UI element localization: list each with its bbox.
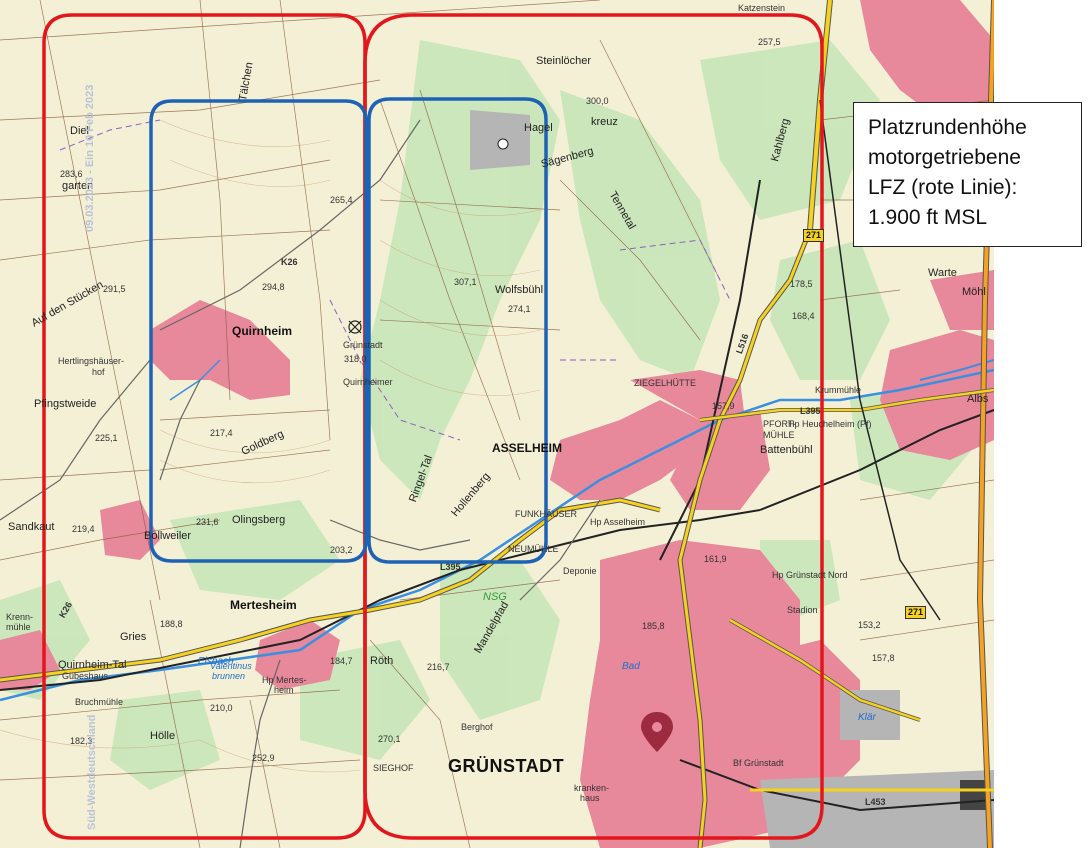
elevation-label: 300,0 [586, 96, 609, 106]
topographic-map[interactable]: Diel garten Tälchen Steinlöcher Hagel kr… [0, 0, 994, 848]
map-label-hof: hof [92, 367, 105, 377]
map-label-olingsberg: Olingsberg [232, 514, 286, 526]
elevation-label: 188,8 [160, 619, 183, 629]
info-line-3: LFZ (rote Linie): [868, 176, 1018, 199]
map-label-quirnheim: Quirnheim [232, 324, 293, 338]
map-label-deponie: Deponie [563, 566, 597, 576]
map-label-heim: heim [274, 685, 294, 695]
map-label-hoelle: Hölle [150, 730, 176, 742]
map-label-gries: Gries [120, 631, 147, 643]
map-label-albs: Albs [967, 393, 989, 405]
map-label-krenn: Krenn- [6, 612, 34, 622]
road-badge-b271-south: 271 [905, 606, 927, 619]
map-label-funkhaeuser: FUNKHÄUSER [515, 509, 578, 519]
map-label-muehle: MÜHLE [763, 430, 795, 440]
map-label-neumuehle: NEUMÜHLE [508, 544, 559, 554]
map-label-muehle2: mühle [6, 622, 31, 632]
map-label-kranken: kranken- [574, 783, 610, 793]
map-label-warte: Warte [928, 267, 957, 279]
elevation-label: 265,4 [330, 195, 353, 205]
elevation-label: 225,1 [95, 433, 118, 443]
map-label-bf-gruenstadt: Bf Grünstadt [733, 758, 784, 768]
map-label-asselheim: ASSELHEIM [492, 441, 563, 455]
info-line-1: Platzrundenhöhe [868, 116, 1027, 139]
map-label-stadion: Stadion [787, 605, 818, 615]
road-label-k26: K26 [281, 257, 298, 267]
map-label-hp-heuchelheim: Hp Heuchelheim (Pf) [788, 419, 872, 429]
map-label-hp-gruenstadt-nord: Hp Grünstadt Nord [772, 570, 848, 580]
map-label-katzenstein: Katzenstein [738, 3, 786, 13]
map-watermark-2: Süd-Westdeutschland [86, 714, 98, 830]
map-label-hp-asselheim: Hp Asselheim [590, 517, 646, 527]
map-label-kreuz: kreuz [591, 116, 618, 128]
map-label-berghof: Berghof [461, 722, 493, 732]
map-label-valentinus: Valentinus [210, 661, 252, 671]
map-label-gruenstadt: GRÜNSTADT [448, 756, 565, 776]
elevation-label: 184,7 [330, 656, 353, 666]
map-label-kruemuehle: Krummühle [815, 385, 862, 395]
map-watermark: 09.03.2023 - Ein 10 Feb 2023 [84, 84, 96, 232]
elevation-label: 257,5 [758, 37, 781, 47]
map-label-brunnen: brunnen [212, 671, 246, 681]
map-label-steinloecher: Steinlöcher [536, 55, 592, 67]
info-line-2: motorgetriebene [868, 146, 1021, 169]
road-label-l453: L453 [865, 797, 886, 807]
map-label-bad: Bad [622, 661, 640, 672]
map-label-battenbuehl: Battenbühl [760, 444, 813, 456]
map-label-quirnheimer: Quirnheimer [343, 377, 393, 387]
elevation-label: 219,4 [72, 524, 95, 534]
map-screenshot: Diel garten Tälchen Steinlöcher Hagel kr… [0, 0, 1087, 848]
elevation-label: 274,1 [508, 304, 531, 314]
elevation-label: 216,7 [427, 662, 450, 672]
circuit-altitude-info-box: Platzrundenhöhe motorgetriebene LFZ (rot… [853, 102, 1082, 247]
elevation-label: 168,4 [792, 311, 815, 321]
map-label-bollweiler: Bollweiler [144, 530, 192, 542]
elevation-label: 294,8 [262, 282, 285, 292]
map-label-haus: haus [580, 793, 600, 803]
map-label-bruchmuehle: Bruchmühle [75, 697, 124, 707]
elevation-label: 178,5 [790, 279, 813, 289]
map-label-gruenstadt-airfield: Grünstadt [343, 340, 383, 350]
map-label-wolfsbuehl: Wolfsbühl [495, 284, 544, 296]
elevation-label: 217,4 [210, 428, 233, 438]
road-label-l395: L395 [800, 406, 821, 416]
elevation-label: 185,8 [642, 621, 665, 631]
map-label-pfingstweide: Pfingstweide [34, 398, 97, 410]
elevation-label: 252,9 [252, 753, 275, 763]
elevation-label: 291,5 [103, 284, 126, 294]
elevation-label: 203,2 [330, 545, 353, 555]
road-label-l395b: L395 [440, 562, 461, 572]
elevation-label: 270,1 [378, 734, 401, 744]
map-label-hagel: Hagel [524, 122, 553, 134]
map-label-quirnheim-tal: Quirnheim-Tal [58, 659, 127, 671]
map-label-mertesheim: Mertesheim [230, 598, 297, 612]
map-label-moehl: Möhl [962, 286, 986, 298]
map-label-ziegelhuette: ZIEGELHÜTTE [634, 378, 697, 388]
elevation-label: 318,0 [344, 354, 367, 364]
elevation-label: 231,6 [196, 517, 219, 527]
info-line-4: 1.900 ft MSL [868, 206, 988, 229]
elevation-label: 307,1 [454, 277, 477, 287]
map-label-roeth: Röth [370, 655, 394, 667]
road-badge-b271-north: 271 [803, 229, 825, 242]
map-label-sandkaut: Sandkaut [8, 521, 55, 533]
elevation-label: 210,0 [210, 703, 233, 713]
elevation-label: 157,9 [712, 401, 735, 411]
map-label-klaer: Klär [858, 712, 876, 723]
map-label-hertlingshaeuser: Hertlingshäuser- [58, 356, 125, 366]
elevation-label: 153,2 [858, 620, 881, 630]
map-label-hp-mertes: Hp Mertes- [262, 675, 307, 685]
map-label-guebeshaus: Gübeshaus [62, 671, 109, 681]
elevation-label: 283,6 [60, 169, 83, 179]
elevation-label: 161,9 [704, 554, 727, 564]
map-label-sieghof: SIEGHOF [373, 763, 414, 773]
elevation-label: 157,8 [872, 653, 895, 663]
